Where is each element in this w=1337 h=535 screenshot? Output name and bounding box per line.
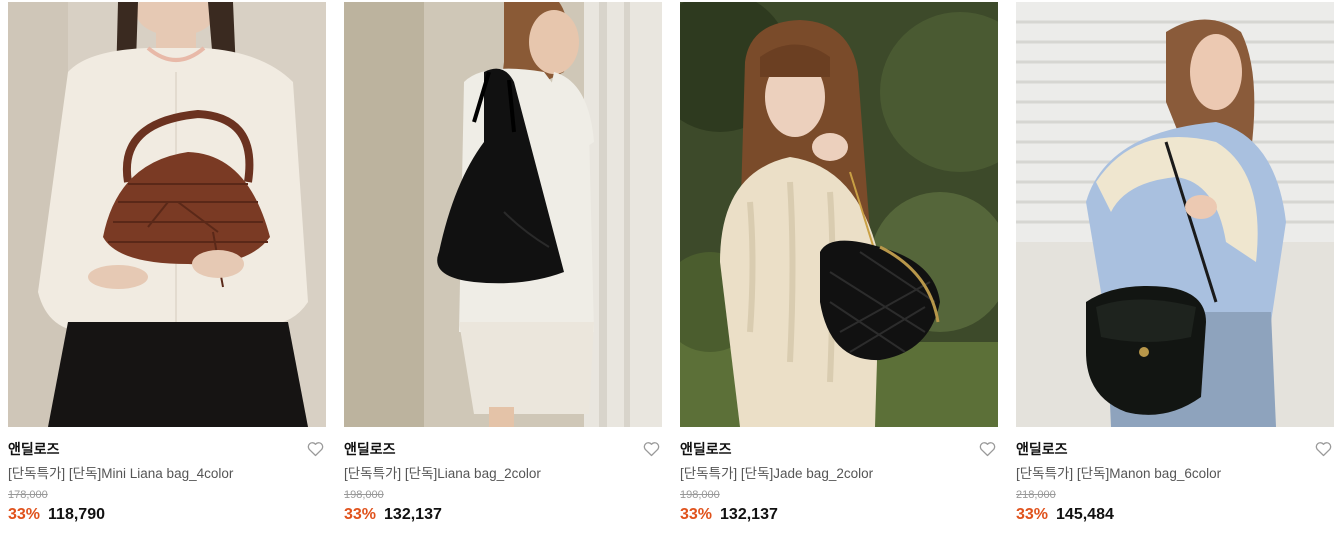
price-line: 33% 132,137	[680, 505, 998, 525]
sale-price: 132,137	[384, 506, 442, 523]
product-title[interactable]: [단독특가] [단독]Mini Liana bag_4color	[8, 465, 326, 482]
brand-name[interactable]: 앤딜로즈	[8, 441, 326, 458]
heart-outline-icon[interactable]	[307, 441, 324, 457]
heart-outline-icon[interactable]	[643, 441, 660, 457]
original-price: 198,000	[344, 489, 384, 501]
product-title[interactable]: [단독특가] [단독]Jade bag_2color	[680, 465, 998, 482]
price-line: 33% 145,484	[1016, 505, 1334, 525]
price-line: 33% 118,790	[8, 505, 326, 525]
product-card[interactable]: 앤딜로즈 [단독특가] [단독]Manon bag_6color 218,000…	[1016, 2, 1334, 525]
heart-outline-icon[interactable]	[1315, 441, 1332, 457]
product-image[interactable]	[344, 2, 662, 427]
discount-rate: 33%	[8, 506, 41, 523]
discount-rate: 33%	[344, 506, 377, 523]
product-card[interactable]: 앤딜로즈 [단독특가] [단독]Jade bag_2color 198,000 …	[680, 2, 998, 525]
original-price: 198,000	[680, 489, 720, 501]
brand-name[interactable]: 앤딜로즈	[344, 441, 662, 458]
original-price: 218,000	[1016, 489, 1056, 501]
sale-price: 145,484	[1056, 506, 1114, 523]
product-card[interactable]: 앤딜로즈 [단독특가] [단독]Mini Liana bag_4color 17…	[8, 2, 326, 525]
product-image[interactable]	[1016, 2, 1334, 427]
sale-price: 132,137	[720, 506, 778, 523]
discount-rate: 33%	[680, 506, 713, 523]
brand-name[interactable]: 앤딜로즈	[680, 441, 998, 458]
heart-outline-icon[interactable]	[979, 441, 996, 457]
discount-rate: 33%	[1016, 506, 1049, 523]
original-price: 178,000	[8, 489, 48, 501]
product-image[interactable]	[680, 2, 998, 427]
product-card[interactable]: 앤딜로즈 [단독특가] [단독]Liana bag_2color 198,000…	[344, 2, 662, 525]
product-title[interactable]: [단독특가] [단독]Manon bag_6color	[1016, 465, 1334, 482]
product-title[interactable]: [단독특가] [단독]Liana bag_2color	[344, 465, 662, 482]
sale-price: 118,790	[48, 506, 105, 523]
product-grid: 앤딜로즈 [단독특가] [단독]Mini Liana bag_4color 17…	[8, 2, 1334, 525]
product-image[interactable]	[8, 2, 326, 427]
brand-name[interactable]: 앤딜로즈	[1016, 441, 1334, 458]
price-line: 33% 132,137	[344, 505, 662, 525]
